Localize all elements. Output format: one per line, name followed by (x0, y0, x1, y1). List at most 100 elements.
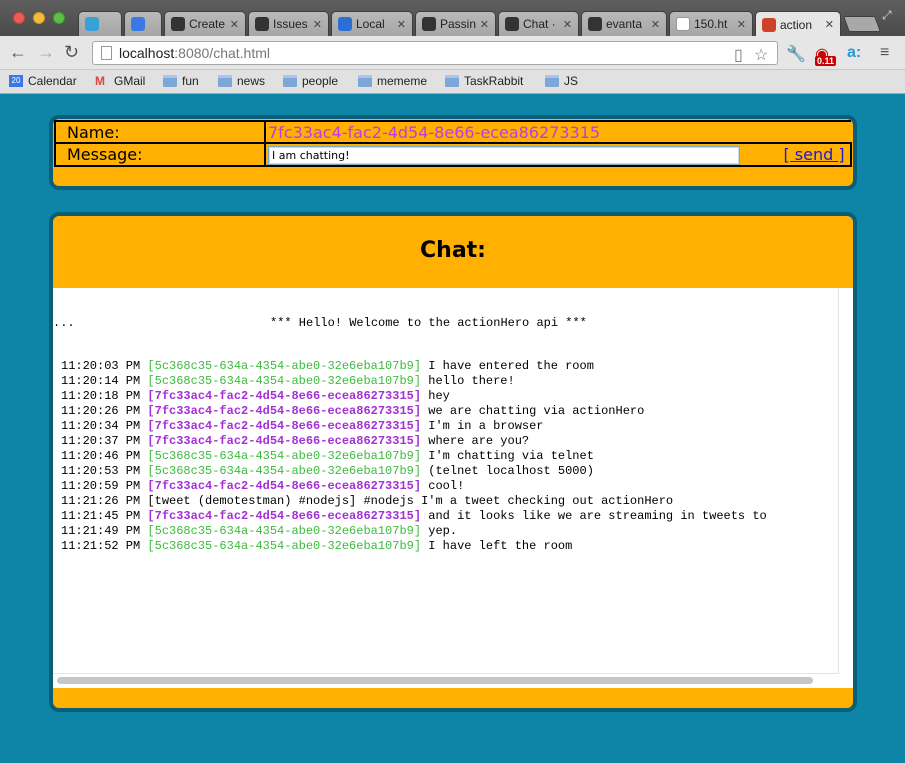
actionhero-icon (85, 17, 99, 31)
message-time: 11:20:14 PM (61, 374, 141, 388)
bookmark-label: TaskRabbit (464, 74, 524, 88)
message-user: [5c368c35-634a-4354-abe0-32e6eba107b9] (147, 374, 422, 388)
send-cell: [ send ] (777, 142, 852, 167)
page-action-icon[interactable]: ▯ (734, 45, 743, 65)
browser-tab[interactable]: Passin ✕ (415, 11, 496, 36)
tab-title: 150.ht (694, 17, 728, 31)
chat-title: Chat: (420, 238, 486, 263)
back-button[interactable]: ← (9, 43, 27, 61)
reload-button[interactable]: ↻ (64, 43, 79, 61)
github-icon (588, 17, 602, 31)
tab-title: Local (356, 17, 385, 31)
bookmark-item[interactable]: people (283, 74, 338, 88)
zoom-window-button[interactable] (53, 12, 65, 24)
browser-toolbar: ← → ↻ localhost:8080/chat.html ▯ ☆ 🔧 ◉ 0… (0, 36, 905, 70)
browser-tab[interactable]: Local ✕ (331, 11, 413, 36)
close-tab-icon[interactable]: ✕ (651, 18, 660, 31)
message-time: 11:21:45 PM (61, 509, 141, 523)
bookmark-item[interactable]: 20 Calendar (9, 74, 77, 88)
horizontal-scrollbar[interactable] (57, 677, 813, 684)
chat-message: 11:20:14 PM [5c368c35-634a-4354-abe0-32e… (53, 374, 838, 389)
bookmark-item[interactable]: M GMail (95, 74, 145, 88)
message-user: [7fc33ac4-fac2-4d54-8e66-ecea86273315] (147, 404, 422, 418)
message-input[interactable] (268, 146, 740, 165)
message-user: [7fc33ac4-fac2-4d54-8e66-ecea86273315] (147, 479, 422, 493)
message-time: 11:21:52 PM (61, 539, 141, 553)
message-time: 11:21:26 PM (61, 494, 141, 508)
chat-message: 11:20:03 PM [5c368c35-634a-4354-abe0-32e… (53, 359, 838, 374)
browser-tab[interactable]: evanta ✕ (581, 11, 667, 36)
chat-message: 11:20:18 PM [7fc33ac4-fac2-4d54-8e66-ece… (53, 389, 838, 404)
file-icon (676, 17, 690, 31)
close-tab-icon[interactable]: ✕ (825, 18, 834, 31)
bookmark-item[interactable]: mememe (358, 74, 427, 88)
chat-form-panel: Name: 7fc33ac4-fac2-4d54-8e66-ecea862733… (49, 115, 857, 190)
message-time: 11:20:18 PM (61, 389, 141, 403)
bookmark-item[interactable]: TaskRabbit (445, 74, 523, 88)
browser-tab[interactable] (124, 11, 162, 36)
bookmark-item[interactable]: news (218, 74, 265, 88)
close-tab-icon[interactable]: ✕ (563, 18, 572, 31)
browser-tab[interactable] (78, 11, 122, 36)
menu-icon[interactable]: ≡ (880, 44, 889, 62)
close-tab-icon[interactable]: ✕ (230, 18, 239, 31)
folder-icon (445, 75, 459, 87)
close-window-button[interactable] (13, 12, 25, 24)
page-icon (101, 46, 112, 60)
chat-icon (338, 17, 352, 31)
calendar-icon (131, 17, 145, 31)
close-tab-icon[interactable]: ✕ (397, 18, 406, 31)
forward-button[interactable]: → (37, 43, 55, 61)
message-time: 11:20:46 PM (61, 449, 141, 463)
github-icon (505, 17, 519, 31)
message-text: we are chatting via actionHero (428, 404, 645, 418)
message-cell (263, 142, 778, 167)
bookmark-label: mememe (377, 74, 428, 88)
minimize-window-button[interactable] (33, 12, 45, 24)
welcome-text: *** Hello! Welcome to the actionHero api… (270, 316, 587, 330)
actionhero-extension-icon[interactable]: a: (847, 44, 861, 62)
send-link[interactable]: [ send ] (783, 145, 844, 164)
bookmark-label: fun (182, 74, 199, 88)
message-text: where are you? (428, 434, 530, 448)
message-text: and it looks like we are streaming in tw… (428, 509, 767, 523)
bookmark-item[interactable]: fun (163, 74, 199, 88)
message-text: (telnet localhost 5000) (428, 464, 594, 478)
welcome-line: ... *** Hello! Welcome to the actionHero … (53, 316, 838, 331)
chat-message: 11:21:45 PM [7fc33ac4-fac2-4d54-8e66-ece… (53, 509, 838, 524)
chat-message: 11:20:37 PM [7fc33ac4-fac2-4d54-8e66-ece… (53, 434, 838, 449)
close-tab-icon[interactable]: ✕ (313, 18, 322, 31)
message-label: Message: (54, 142, 266, 167)
chat-box[interactable]: ... *** Hello! Welcome to the actionHero … (53, 288, 853, 688)
name-label: Name: (54, 120, 266, 144)
close-tab-icon[interactable]: ✕ (737, 18, 746, 31)
folder-icon (545, 75, 559, 87)
close-tab-icon[interactable]: ✕ (480, 18, 489, 31)
chat-message: 11:21:26 PM [tweet (demotestman) #nodejs… (53, 494, 838, 509)
message-time: 11:21:49 PM (61, 524, 141, 538)
browser-tab[interactable]: Chat · ✕ (498, 11, 579, 36)
message-text: hello there! (428, 374, 515, 388)
actionhero-icon (762, 17, 776, 32)
message-time: 11:20:59 PM (61, 479, 141, 493)
folder-icon (218, 75, 232, 87)
chat-message: 11:20:53 PM [5c368c35-634a-4354-abe0-32e… (53, 464, 838, 479)
chat-form: Name: 7fc33ac4-fac2-4d54-8e66-ecea862733… (54, 120, 852, 167)
browser-tab[interactable]: Create ✕ (164, 11, 246, 36)
new-tab-button[interactable] (843, 16, 881, 32)
message-text: I'm in a browser (428, 419, 544, 433)
message-user: [7fc33ac4-fac2-4d54-8e66-ecea86273315] (147, 419, 422, 433)
chat-message: 11:20:26 PM [7fc33ac4-fac2-4d54-8e66-ece… (53, 404, 838, 419)
bookmark-item[interactable]: JS (545, 74, 578, 88)
browser-tab[interactable]: 150.ht ✕ (669, 11, 753, 36)
username-value: 7fc33ac4-fac2-4d54-8e66-ecea86273315 (264, 120, 851, 144)
wrench-icon[interactable]: 🔧 (786, 44, 806, 64)
browser-tab[interactable]: action ✕ (755, 11, 841, 37)
browser-tab[interactable]: Issues ✕ (248, 11, 329, 36)
chat-log: ... *** Hello! Welcome to the actionHero … (53, 288, 839, 674)
fullscreen-icon[interactable]: ⤢ (882, 8, 892, 23)
address-bar[interactable]: localhost:8080/chat.html ▯ ☆ (92, 41, 778, 65)
bookmark-star-icon[interactable]: ☆ (754, 45, 768, 65)
chat-message: 11:20:46 PM [5c368c35-634a-4354-abe0-32e… (53, 449, 838, 464)
message-user: [7fc33ac4-fac2-4d54-8e66-ecea86273315] (147, 434, 422, 448)
